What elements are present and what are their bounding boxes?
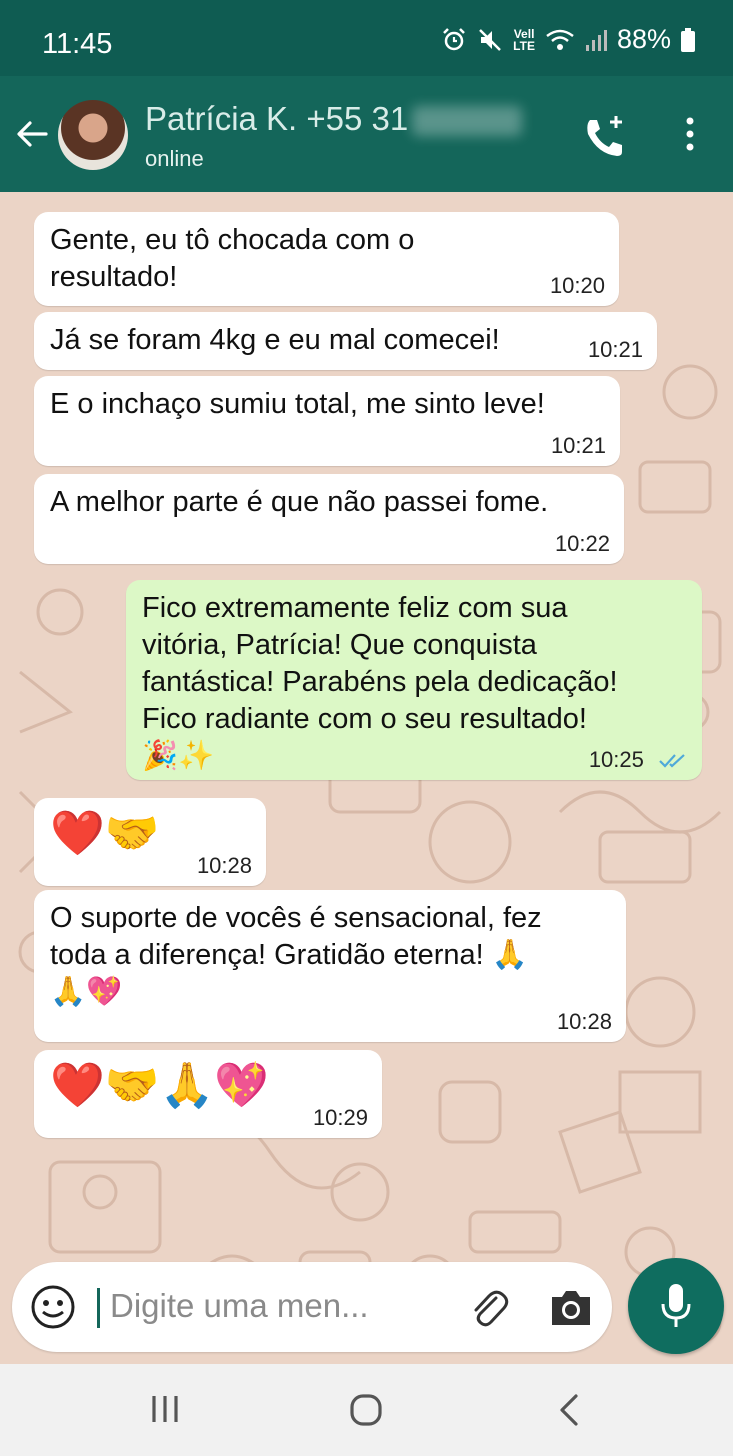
chat-area[interactable]: Gente, eu tô chocada com o resultado! 10…: [0, 192, 733, 1364]
status-time: 11:45: [42, 28, 113, 60]
emoji-icon[interactable]: [30, 1284, 76, 1330]
message-time: 10:21: [587, 337, 643, 362]
status-bar: 11:45 Vell LTE 88%: [0, 0, 733, 76]
message-input[interactable]: [110, 1284, 440, 1328]
camera-icon[interactable]: [548, 1287, 594, 1329]
text-cursor: [97, 1288, 100, 1328]
message-text: A melhor parte é que não passei fome.: [50, 486, 549, 518]
message-bubble-incoming[interactable]: O suporte de vocês é sensacional, fez to…: [34, 890, 626, 1042]
home-icon[interactable]: [348, 1392, 384, 1428]
network-label-bottom: LTE: [513, 38, 535, 53]
message-composer: [12, 1262, 612, 1352]
blurred-number: [412, 106, 523, 137]
battery-level: 88%: [616, 24, 671, 54]
message-time: 10:22: [554, 531, 610, 556]
message-time: 10:28: [196, 853, 252, 878]
recents-icon[interactable]: [148, 1392, 182, 1426]
alarm-icon: [443, 27, 466, 50]
message-bubble-incoming[interactable]: E o inchaço sumiu total, me sinto leve! …: [34, 376, 620, 466]
network-label-top: Vell: [513, 26, 535, 41]
message-text: Gente, eu tô chocada com o resultado!: [50, 224, 415, 293]
contact-avatar[interactable]: [58, 100, 128, 170]
chat-header: Patrícia K. +55 31 online: [0, 76, 733, 192]
message-time: 10:25: [588, 747, 644, 772]
read-ticks-icon: [659, 754, 685, 768]
message-time-container: 10:25: [589, 748, 688, 772]
mute-icon: [479, 28, 502, 51]
message-bubble-incoming[interactable]: Já se foram 4kg e eu mal comecei! 10:21: [34, 312, 657, 370]
message-text: O suporte de vocês é sensacional, fez to…: [50, 902, 542, 1008]
message-time: 10:29: [312, 1105, 368, 1130]
message-text: E o inchaço sumiu total, me sinto leve!: [50, 388, 545, 420]
mic-button[interactable]: [628, 1258, 724, 1354]
signal-icon: [585, 29, 607, 51]
mic-icon: [661, 1284, 691, 1327]
message-text: Já se foram 4kg e eu mal comecei!: [50, 324, 500, 356]
more-vert-icon[interactable]: [683, 116, 697, 152]
network-type: Vell LTE: [513, 28, 535, 52]
contact-status: online: [145, 146, 204, 171]
back-icon[interactable]: [556, 1392, 584, 1428]
status-icons: Vell LTE 88%: [441, 24, 695, 55]
message-bubble-incoming[interactable]: ❤️🤝🙏💖 10:29: [34, 1050, 382, 1138]
wifi-icon: [546, 29, 574, 50]
message-time: 10:28: [556, 1009, 612, 1034]
message-bubble-outgoing[interactable]: Fico extremamente feliz com sua vitória,…: [126, 580, 702, 780]
contact-name-container[interactable]: Patrícia K. +55 31: [145, 100, 523, 138]
back-arrow-icon[interactable]: [14, 116, 50, 152]
attach-icon[interactable]: [466, 1286, 512, 1332]
contact-name: Patrícia K. +55 31: [145, 100, 409, 137]
message-bubble-incoming[interactable]: Gente, eu tô chocada com o resultado! 10…: [34, 212, 619, 306]
message-time: 10:20: [549, 273, 605, 298]
battery-icon: [681, 27, 695, 52]
android-nav-bar: [0, 1364, 733, 1456]
message-bubble-incoming[interactable]: A melhor parte é que não passei fome. 10…: [34, 474, 624, 564]
message-time: 10:21: [550, 433, 606, 458]
message-bubble-incoming[interactable]: ❤️🤝 10:28: [34, 798, 266, 886]
add-call-icon[interactable]: [580, 112, 630, 162]
